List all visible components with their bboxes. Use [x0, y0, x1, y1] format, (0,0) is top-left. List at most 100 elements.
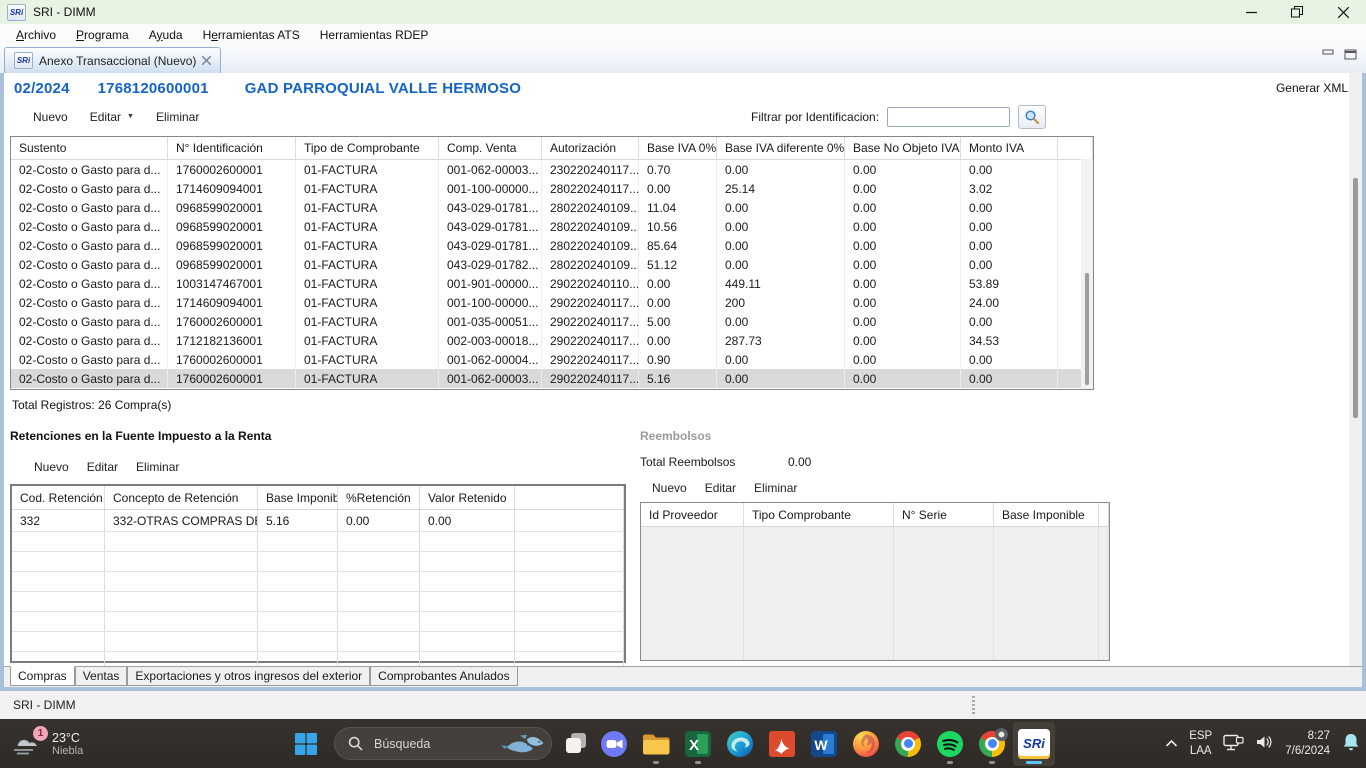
- column-header[interactable]: N° Serie: [894, 503, 994, 526]
- column-header[interactable]: Base Imponible: [258, 486, 338, 509]
- column-header[interactable]: Tipo de Comprobante: [296, 137, 439, 159]
- column-header[interactable]: Base No Objeto IVA: [845, 137, 961, 159]
- reembolsos-eliminar-button[interactable]: Eliminar: [754, 481, 797, 495]
- retenciones-eliminar-button[interactable]: Eliminar: [136, 460, 179, 474]
- column-header[interactable]: Comp. Venta: [439, 137, 542, 159]
- anexo-view: 02/2024 1768120600001 GAD PARROQUIAL VAL…: [0, 73, 1366, 691]
- table-row[interactable]: 02-Costo o Gasto para d...09685990200010…: [11, 236, 1093, 255]
- notification-bell-icon[interactable]: [1341, 732, 1361, 755]
- retenciones-nuevo-button[interactable]: Nuevo: [34, 460, 69, 474]
- menu-archivo[interactable]: Archivo: [6, 26, 66, 44]
- column-header[interactable]: Autorización: [542, 137, 639, 159]
- table-cell: 0.00: [961, 255, 1058, 274]
- close-button[interactable]: [1320, 0, 1366, 24]
- retenciones-table[interactable]: Cod. RetenciónConcepto de RetenciónBase …: [10, 484, 626, 663]
- taskbar-app-file-explorer[interactable]: [635, 722, 677, 766]
- view-scrollbar[interactable]: [1349, 73, 1362, 687]
- column-header[interactable]: Id Proveedor: [641, 503, 744, 526]
- table-cell: 02-Costo o Gasto para d...: [11, 350, 168, 369]
- weather-widget[interactable]: 1 23°C Niebla: [10, 719, 83, 768]
- column-header[interactable]: Valor Retenido: [420, 486, 515, 509]
- column-header[interactable]: Base IVA diferente 0%: [717, 137, 845, 159]
- table-row[interactable]: 02-Costo o Gasto para d...17121821360010…: [11, 331, 1093, 350]
- taskbar-app-sri-dimm[interactable]: SRi: [1013, 722, 1055, 766]
- start-button[interactable]: [294, 732, 318, 759]
- language-indicator[interactable]: ESP LAA: [1189, 729, 1212, 758]
- reembolsos-nuevo-button[interactable]: Nuevo: [652, 481, 687, 495]
- table-cell: [744, 565, 894, 584]
- table-row[interactable]: 02-Costo o Gasto para d...17600026000010…: [11, 312, 1093, 331]
- taskbar-app-zoom[interactable]: [593, 722, 635, 766]
- tab-compras[interactable]: Compras: [10, 666, 75, 686]
- taskbar-app-edge[interactable]: [719, 722, 761, 766]
- compras-table[interactable]: SustentoN° IdentificaciónTipo de Comprob…: [10, 136, 1094, 390]
- taskbar-app-word[interactable]: W: [803, 722, 845, 766]
- tab-exportaciones-y-otros-ingresos-del-exter[interactable]: Exportaciones y otros ingresos del exter…: [127, 667, 370, 686]
- restore-button[interactable]: [1274, 0, 1320, 24]
- editar-button[interactable]: Editar: [90, 110, 121, 124]
- table-cell: 02-Costo o Gasto para d...: [11, 274, 168, 293]
- column-header[interactable]: Base IVA 0%: [639, 137, 717, 159]
- taskbar-app-chrome[interactable]: [887, 722, 929, 766]
- table-row[interactable]: 02-Costo o Gasto para d...10031474670010…: [11, 274, 1093, 293]
- search-highlight-whales-image: [501, 731, 545, 757]
- table-row[interactable]: 02-Costo o Gasto para d...17600026000010…: [11, 369, 1093, 388]
- table-cell: 287.73: [717, 331, 845, 350]
- column-header[interactable]: N° Identificación: [168, 137, 296, 159]
- search-input[interactable]: [372, 736, 492, 752]
- table-row[interactable]: 02-Costo o Gasto para d...17600026000010…: [11, 160, 1093, 179]
- menu-programa[interactable]: Programa: [66, 26, 139, 44]
- tray-chevron-up-icon[interactable]: [1165, 737, 1178, 751]
- tab-close-icon[interactable]: [202, 54, 211, 68]
- column-header[interactable]: Base Imponible: [994, 503, 1099, 526]
- taskbar-app-excel[interactable]: X: [677, 722, 719, 766]
- table-cell: 290220240117...: [542, 293, 639, 312]
- task-view-button[interactable]: [565, 732, 588, 757]
- column-header[interactable]: Sustento: [11, 137, 168, 159]
- period-label: 02/2024: [14, 80, 70, 97]
- column-header[interactable]: Tipo Comprobante: [744, 503, 894, 526]
- menu-herramientas-ats[interactable]: Herramientas ATS: [193, 26, 310, 44]
- minimize-view-icon[interactable]: [1322, 49, 1336, 63]
- table-row[interactable]: 02-Costo o Gasto para d...09685990200010…: [11, 217, 1093, 236]
- menu-herramientas-rdep[interactable]: Herramientas RDEP: [310, 26, 439, 44]
- filter-input[interactable]: [887, 107, 1010, 127]
- generate-xml-button[interactable]: Generar XML: [1276, 81, 1348, 95]
- table-row[interactable]: 02-Costo o Gasto para d...17146090940010…: [11, 179, 1093, 198]
- filter-search-button[interactable]: [1018, 105, 1046, 129]
- column-header[interactable]: Cod. Retención: [12, 486, 105, 509]
- table-row[interactable]: 02-Costo o Gasto para d...09685990200010…: [11, 255, 1093, 274]
- column-header[interactable]: Concepto de Retención: [105, 486, 258, 509]
- excel-icon: X: [685, 731, 711, 757]
- column-header[interactable]: %Retención: [338, 486, 420, 509]
- tab-anexo-transaccional[interactable]: SRi Anexo Transaccional (Nuevo): [4, 47, 221, 73]
- table-row[interactable]: 02-Costo o Gasto para d...17600026000010…: [11, 350, 1093, 369]
- table-row[interactable]: 332332-OTRAS COMPRAS DE BIE...5.160.000.…: [12, 510, 624, 532]
- network-icon[interactable]: [1223, 734, 1244, 754]
- clock[interactable]: 8:27 7/6/2024: [1285, 729, 1330, 759]
- tab-comprobantes-anulados[interactable]: Comprobantes Anulados: [370, 667, 517, 686]
- eliminar-button[interactable]: Eliminar: [156, 110, 199, 124]
- menu-ayuda[interactable]: Ayuda: [139, 26, 193, 44]
- taskbar-app-firefox[interactable]: [845, 722, 887, 766]
- taskbar-app-chrome-profile[interactable]: [971, 722, 1013, 766]
- table-row[interactable]: 02-Costo o Gasto para d...17146090940010…: [11, 293, 1093, 312]
- editar-dropdown-icon[interactable]: ▼: [127, 113, 134, 120]
- taskbar-search[interactable]: [334, 727, 552, 760]
- taskbar-app-spotify[interactable]: [929, 722, 971, 766]
- table-cell: 01-FACTURA: [296, 293, 439, 312]
- compras-table-scrollbar[interactable]: [1081, 159, 1093, 389]
- minimize-button[interactable]: [1228, 0, 1274, 24]
- nuevo-button[interactable]: Nuevo: [33, 110, 68, 124]
- table-cell: 0968599020001: [168, 217, 296, 236]
- reembolsos-editar-button[interactable]: Editar: [705, 481, 736, 495]
- tab-ventas[interactable]: Ventas: [75, 667, 128, 686]
- volume-icon[interactable]: [1255, 734, 1274, 753]
- maximize-view-icon[interactable]: [1344, 49, 1358, 63]
- table-row[interactable]: 02-Costo o Gasto para d...09685990200010…: [11, 198, 1093, 217]
- taskbar-app-pdf-editor[interactable]: [761, 722, 803, 766]
- retenciones-editar-button[interactable]: Editar: [87, 460, 118, 474]
- table-cell: 0.00: [961, 217, 1058, 236]
- table-cell: [894, 622, 994, 641]
- column-header[interactable]: Monto IVA: [961, 137, 1058, 159]
